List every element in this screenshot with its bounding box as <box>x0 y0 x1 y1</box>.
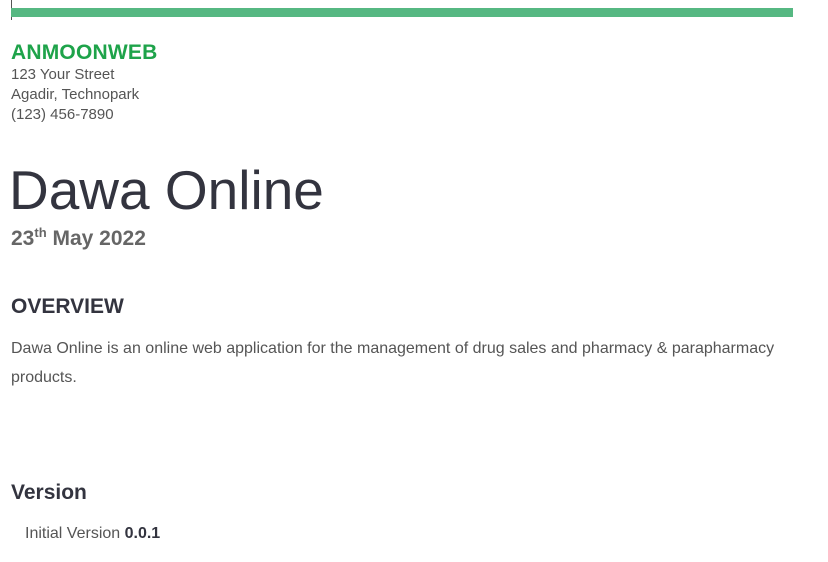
document-page: ANMOONWEB 123 Your Street Agadir, Techno… <box>0 0 828 562</box>
version-line: Initial Version 0.0.1 <box>25 523 160 545</box>
version-heading: Version <box>11 481 87 504</box>
company-street: 123 Your Street <box>11 66 115 83</box>
date-day: 23 <box>11 227 35 250</box>
date-ordinal-suffix: th <box>34 225 47 240</box>
date-month-year: May 2022 <box>46 227 146 250</box>
document-date: 23th May 2022 <box>11 225 146 253</box>
company-phone: (123) 456-7890 <box>11 106 114 123</box>
company-city: Agadir, Technopark <box>11 86 140 103</box>
header-accent-bar <box>11 8 793 17</box>
version-number: 0.0.1 <box>124 525 161 542</box>
overview-text: Dawa Online is an online web application… <box>11 340 775 386</box>
company-address-block: ANMOONWEB 123 Your Street Agadir, Techno… <box>11 41 157 125</box>
overview-heading: OVERVIEW <box>11 295 124 318</box>
version-label: Initial Version <box>25 525 125 542</box>
document-title: Dawa Online <box>9 159 324 221</box>
company-name: ANMOONWEB <box>11 41 158 64</box>
